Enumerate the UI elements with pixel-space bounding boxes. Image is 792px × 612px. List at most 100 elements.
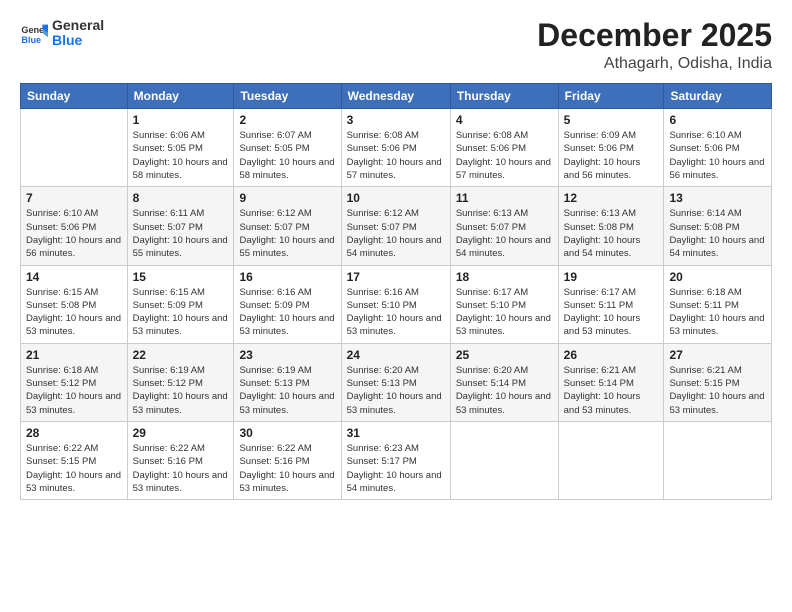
day-number: 31: [347, 426, 445, 440]
day-number: 30: [239, 426, 335, 440]
logo-icon: General Blue: [20, 19, 48, 47]
calendar-cell: 2 Sunrise: 6:07 AMSunset: 5:05 PMDayligh…: [234, 109, 341, 187]
calendar-table: SundayMondayTuesdayWednesdayThursdayFrid…: [20, 83, 772, 500]
svg-text:Blue: Blue: [21, 35, 41, 45]
calendar-cell: [450, 421, 558, 499]
weekday-header-wednesday: Wednesday: [341, 84, 450, 109]
weekday-header-sunday: Sunday: [21, 84, 128, 109]
calendar-cell: [558, 421, 664, 499]
day-info: Sunrise: 6:18 AMSunset: 5:12 PMDaylight:…: [26, 365, 121, 416]
day-info: Sunrise: 6:22 AMSunset: 5:16 PMDaylight:…: [239, 443, 334, 494]
month-title: December 2025: [537, 18, 772, 53]
week-row-3: 14 Sunrise: 6:15 AMSunset: 5:08 PMDaylig…: [21, 265, 772, 343]
day-number: 15: [133, 270, 229, 284]
day-info: Sunrise: 6:15 AMSunset: 5:08 PMDaylight:…: [26, 287, 121, 338]
day-number: 9: [239, 191, 335, 205]
day-number: 19: [564, 270, 659, 284]
location-title: Athagarh, Odisha, India: [537, 55, 772, 73]
day-number: 29: [133, 426, 229, 440]
day-info: Sunrise: 6:19 AMSunset: 5:12 PMDaylight:…: [133, 365, 228, 416]
day-number: 1: [133, 113, 229, 127]
calendar-cell: 6 Sunrise: 6:10 AMSunset: 5:06 PMDayligh…: [664, 109, 772, 187]
week-row-4: 21 Sunrise: 6:18 AMSunset: 5:12 PMDaylig…: [21, 343, 772, 421]
day-number: 28: [26, 426, 122, 440]
day-info: Sunrise: 6:16 AMSunset: 5:09 PMDaylight:…: [239, 287, 334, 338]
day-number: 2: [239, 113, 335, 127]
day-number: 27: [669, 348, 766, 362]
day-number: 25: [456, 348, 553, 362]
day-info: Sunrise: 6:08 AMSunset: 5:06 PMDaylight:…: [347, 130, 442, 181]
day-number: 10: [347, 191, 445, 205]
weekday-header-friday: Friday: [558, 84, 664, 109]
calendar-cell: 23 Sunrise: 6:19 AMSunset: 5:13 PMDaylig…: [234, 343, 341, 421]
calendar-cell: 10 Sunrise: 6:12 AMSunset: 5:07 PMDaylig…: [341, 187, 450, 265]
day-number: 6: [669, 113, 766, 127]
calendar-page: General Blue General Blue December 2025 …: [0, 0, 792, 612]
day-info: Sunrise: 6:19 AMSunset: 5:13 PMDaylight:…: [239, 365, 334, 416]
calendar-cell: 8 Sunrise: 6:11 AMSunset: 5:07 PMDayligh…: [127, 187, 234, 265]
weekday-header-row: SundayMondayTuesdayWednesdayThursdayFrid…: [21, 84, 772, 109]
day-number: 11: [456, 191, 553, 205]
weekday-header-monday: Monday: [127, 84, 234, 109]
day-info: Sunrise: 6:17 AMSunset: 5:10 PMDaylight:…: [456, 287, 551, 338]
day-info: Sunrise: 6:16 AMSunset: 5:10 PMDaylight:…: [347, 287, 442, 338]
day-info: Sunrise: 6:20 AMSunset: 5:14 PMDaylight:…: [456, 365, 551, 416]
logo: General Blue General Blue: [20, 18, 104, 49]
day-number: 3: [347, 113, 445, 127]
day-number: 4: [456, 113, 553, 127]
calendar-cell: 15 Sunrise: 6:15 AMSunset: 5:09 PMDaylig…: [127, 265, 234, 343]
day-number: 23: [239, 348, 335, 362]
day-number: 14: [26, 270, 122, 284]
day-info: Sunrise: 6:22 AMSunset: 5:16 PMDaylight:…: [133, 443, 228, 494]
day-info: Sunrise: 6:09 AMSunset: 5:06 PMDaylight:…: [564, 130, 641, 181]
day-number: 17: [347, 270, 445, 284]
day-number: 13: [669, 191, 766, 205]
header: General Blue General Blue December 2025 …: [20, 18, 772, 73]
day-number: 16: [239, 270, 335, 284]
week-row-5: 28 Sunrise: 6:22 AMSunset: 5:15 PMDaylig…: [21, 421, 772, 499]
day-number: 24: [347, 348, 445, 362]
calendar-cell: 20 Sunrise: 6:18 AMSunset: 5:11 PMDaylig…: [664, 265, 772, 343]
day-number: 18: [456, 270, 553, 284]
day-number: 8: [133, 191, 229, 205]
week-row-1: 1 Sunrise: 6:06 AMSunset: 5:05 PMDayligh…: [21, 109, 772, 187]
day-info: Sunrise: 6:22 AMSunset: 5:15 PMDaylight:…: [26, 443, 121, 494]
day-number: 7: [26, 191, 122, 205]
day-info: Sunrise: 6:12 AMSunset: 5:07 PMDaylight:…: [239, 208, 334, 259]
day-info: Sunrise: 6:21 AMSunset: 5:14 PMDaylight:…: [564, 365, 641, 416]
day-number: 12: [564, 191, 659, 205]
calendar-cell: 12 Sunrise: 6:13 AMSunset: 5:08 PMDaylig…: [558, 187, 664, 265]
day-number: 21: [26, 348, 122, 362]
day-info: Sunrise: 6:18 AMSunset: 5:11 PMDaylight:…: [669, 287, 764, 338]
week-row-2: 7 Sunrise: 6:10 AMSunset: 5:06 PMDayligh…: [21, 187, 772, 265]
calendar-cell: 13 Sunrise: 6:14 AMSunset: 5:08 PMDaylig…: [664, 187, 772, 265]
day-number: 20: [669, 270, 766, 284]
day-info: Sunrise: 6:17 AMSunset: 5:11 PMDaylight:…: [564, 287, 641, 338]
calendar-cell: 4 Sunrise: 6:08 AMSunset: 5:06 PMDayligh…: [450, 109, 558, 187]
calendar-cell: 21 Sunrise: 6:18 AMSunset: 5:12 PMDaylig…: [21, 343, 128, 421]
day-info: Sunrise: 6:11 AMSunset: 5:07 PMDaylight:…: [133, 208, 228, 259]
calendar-cell: [664, 421, 772, 499]
day-info: Sunrise: 6:14 AMSunset: 5:08 PMDaylight:…: [669, 208, 764, 259]
calendar-cell: 22 Sunrise: 6:19 AMSunset: 5:12 PMDaylig…: [127, 343, 234, 421]
calendar-cell: 3 Sunrise: 6:08 AMSunset: 5:06 PMDayligh…: [341, 109, 450, 187]
day-number: 22: [133, 348, 229, 362]
day-info: Sunrise: 6:13 AMSunset: 5:08 PMDaylight:…: [564, 208, 641, 259]
calendar-cell: 1 Sunrise: 6:06 AMSunset: 5:05 PMDayligh…: [127, 109, 234, 187]
day-info: Sunrise: 6:10 AMSunset: 5:06 PMDaylight:…: [669, 130, 764, 181]
logo-general: General: [52, 18, 104, 33]
calendar-cell: 11 Sunrise: 6:13 AMSunset: 5:07 PMDaylig…: [450, 187, 558, 265]
day-info: Sunrise: 6:13 AMSunset: 5:07 PMDaylight:…: [456, 208, 551, 259]
calendar-cell: 17 Sunrise: 6:16 AMSunset: 5:10 PMDaylig…: [341, 265, 450, 343]
calendar-cell: [21, 109, 128, 187]
calendar-cell: 24 Sunrise: 6:20 AMSunset: 5:13 PMDaylig…: [341, 343, 450, 421]
day-number: 5: [564, 113, 659, 127]
calendar-cell: 9 Sunrise: 6:12 AMSunset: 5:07 PMDayligh…: [234, 187, 341, 265]
calendar-cell: 18 Sunrise: 6:17 AMSunset: 5:10 PMDaylig…: [450, 265, 558, 343]
day-info: Sunrise: 6:12 AMSunset: 5:07 PMDaylight:…: [347, 208, 442, 259]
day-info: Sunrise: 6:23 AMSunset: 5:17 PMDaylight:…: [347, 443, 442, 494]
calendar-cell: 30 Sunrise: 6:22 AMSunset: 5:16 PMDaylig…: [234, 421, 341, 499]
day-info: Sunrise: 6:10 AMSunset: 5:06 PMDaylight:…: [26, 208, 121, 259]
calendar-cell: 19 Sunrise: 6:17 AMSunset: 5:11 PMDaylig…: [558, 265, 664, 343]
title-block: December 2025 Athagarh, Odisha, India: [537, 18, 772, 73]
